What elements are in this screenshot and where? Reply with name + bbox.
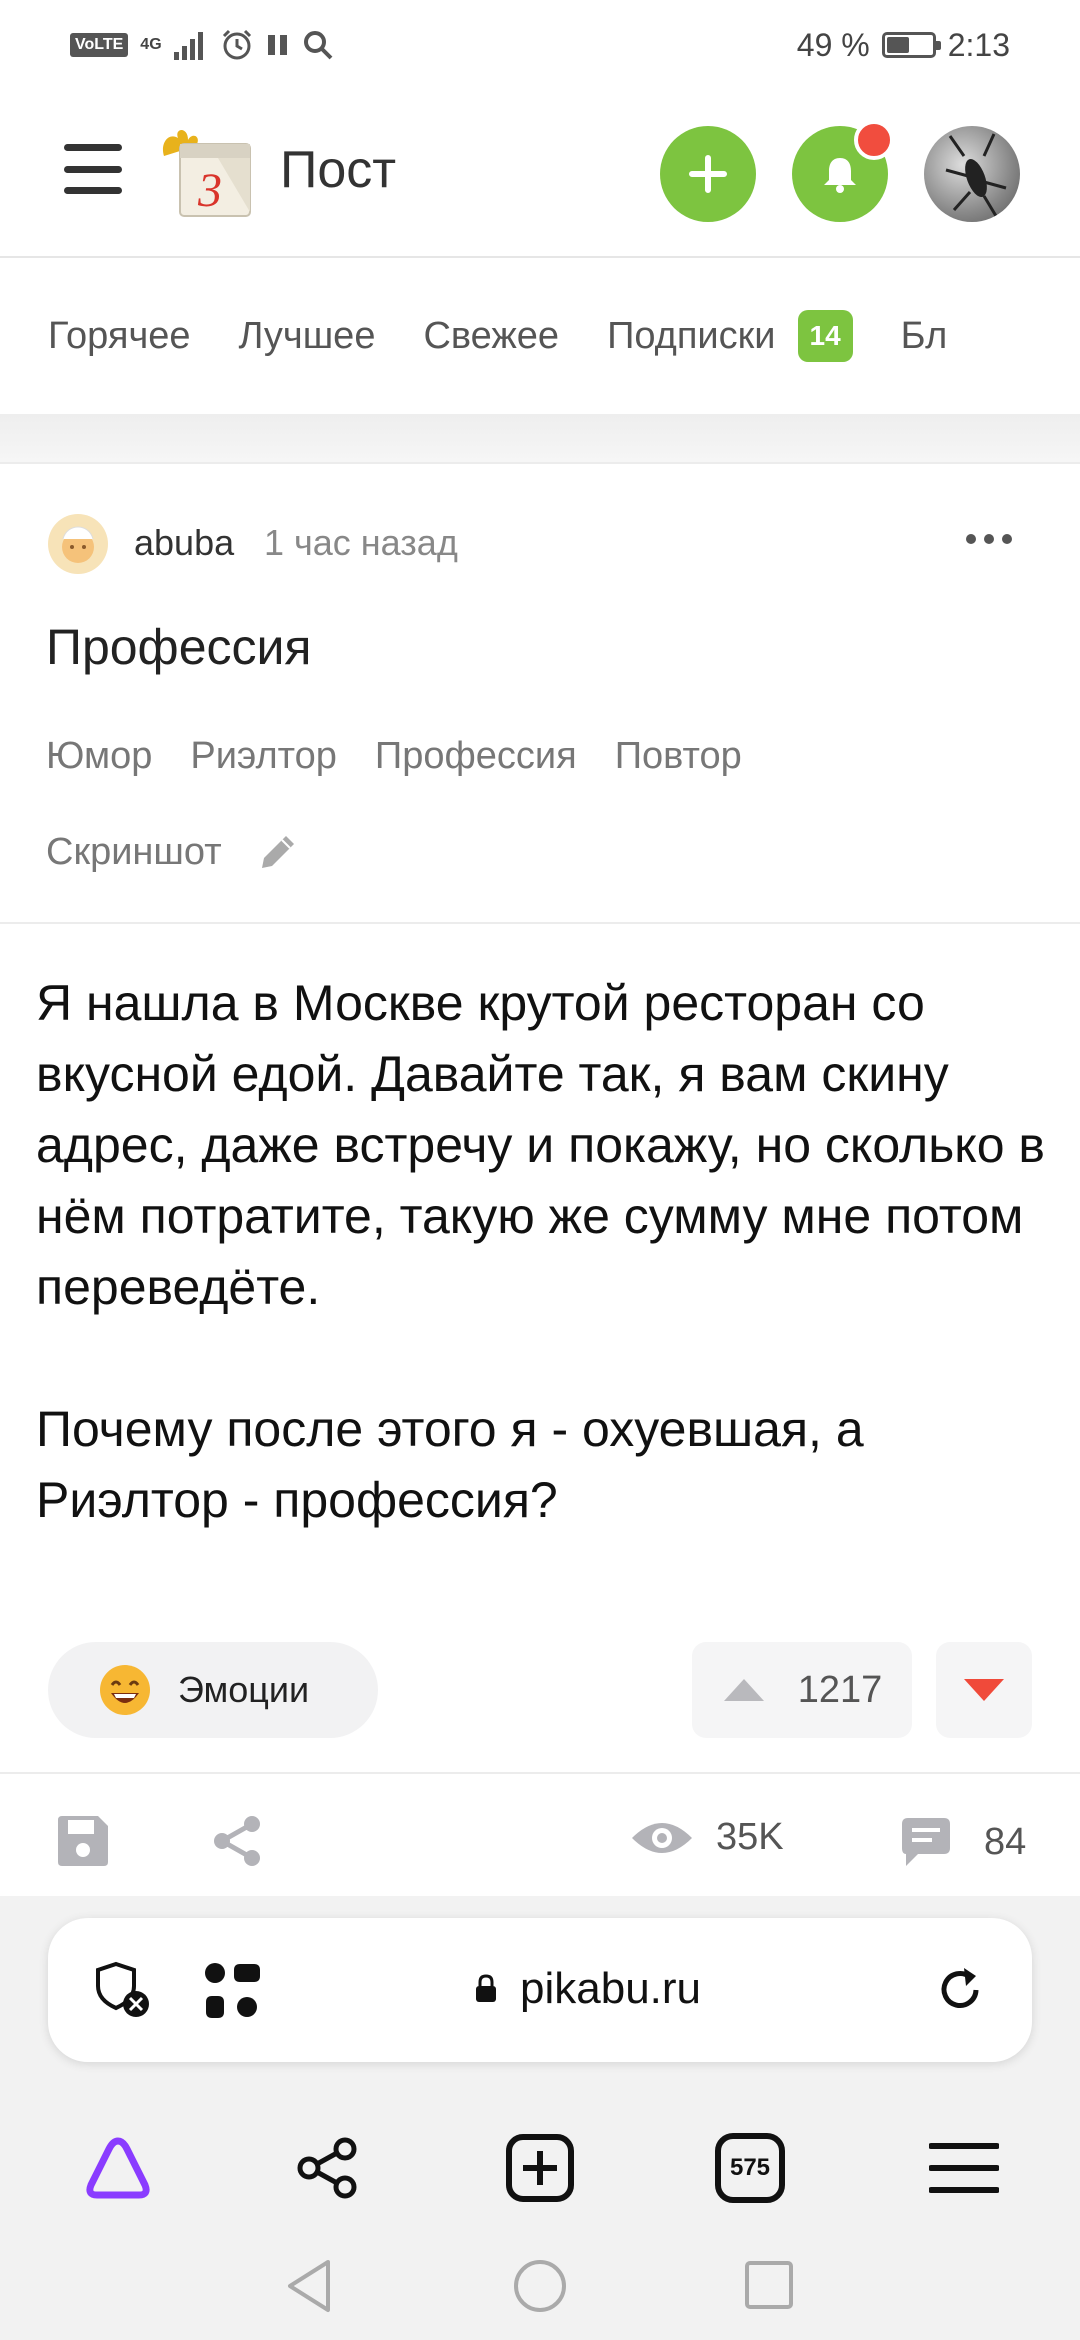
- services-grid-icon[interactable]: [202, 1960, 264, 2022]
- tab-label: Подписки: [607, 314, 776, 357]
- browser-bottom-bar: pikabu.ru 575: [0, 1896, 1080, 2340]
- status-bar: VoLTE 4G 49 % 2:13: [0, 0, 1080, 90]
- tab-label: Лучшее: [238, 314, 376, 357]
- share-icon[interactable]: [208, 1812, 266, 1870]
- battery-icon: [881, 32, 941, 58]
- post-paragraph: Почему после этого я - охуевшая, а Риэлт…: [36, 1401, 864, 1528]
- comments-button[interactable]: 84: [898, 1816, 1026, 1868]
- subscriptions-badge: 14: [797, 310, 853, 362]
- insect-avatar-icon: [945, 133, 1007, 217]
- alice-assistant-button[interactable]: [58, 2108, 178, 2228]
- emotions-button[interactable]: Эмоции: [48, 1642, 378, 1738]
- tab-label: Бл: [900, 314, 948, 357]
- new-tab-button[interactable]: [480, 2108, 600, 2228]
- back-triangle-icon[interactable]: [284, 2258, 334, 2314]
- author-avatar[interactable]: [48, 514, 108, 574]
- address-bar[interactable]: pikabu.ru: [48, 1918, 1032, 2062]
- recents-square-icon[interactable]: [744, 2260, 794, 2310]
- rating-value: 1217: [797, 1668, 883, 1711]
- edit-tags-pencil-icon[interactable]: [256, 830, 300, 874]
- system-navigation: [0, 2236, 1080, 2340]
- tag[interactable]: Повтор: [615, 735, 742, 778]
- tab-label: Горячее: [48, 314, 191, 357]
- post-tags-second-row: Скриншот: [46, 830, 300, 874]
- status-left: VoLTE 4G: [70, 28, 334, 62]
- post-tags: Юмор Риэлтор Профессия Повтор: [46, 735, 742, 778]
- logo-day: 3: [197, 164, 222, 217]
- alarm-icon: [222, 29, 251, 60]
- section-gap: [0, 414, 1080, 464]
- comments-count: 84: [984, 1820, 1027, 1863]
- pikabu-calendar-logo-icon[interactable]: 3: [158, 126, 258, 222]
- bell-icon: [824, 158, 856, 193]
- plus-icon: [689, 155, 727, 193]
- alice-icon: [86, 2137, 150, 2199]
- emotions-label: Эмоции: [178, 1669, 310, 1710]
- browser-menu-icon: [929, 2143, 999, 2193]
- tab-best[interactable]: Лучшее: [239, 315, 376, 358]
- reload-icon[interactable]: [932, 1962, 988, 2018]
- comment-icon: [902, 1818, 950, 1866]
- tab-fresh[interactable]: Свежее: [423, 315, 559, 358]
- browser-menu-button[interactable]: [904, 2108, 1024, 2228]
- tab-subscriptions[interactable]: Подписки 14: [607, 310, 853, 362]
- browser-share-icon: [297, 2137, 357, 2199]
- upvote-arrow-icon: [723, 1679, 764, 1701]
- feed-tabs: Горячее Лучшее Свежее Подписки 14 Бл: [0, 258, 1080, 414]
- signal-icon: [173, 32, 203, 60]
- tag[interactable]: Риэлтор: [190, 735, 337, 778]
- notification-dot: [854, 120, 894, 160]
- post-paragraph: Я нашла в Москве крутой ресторан со вкус…: [36, 975, 1045, 1315]
- new-tab-plus-icon: [506, 2134, 574, 2202]
- post-time: 1 час назад: [264, 522, 458, 563]
- tag[interactable]: Скриншот: [46, 831, 222, 874]
- smiling-face-icon: [100, 1665, 150, 1715]
- site-header: 3 Пост: [0, 90, 1080, 258]
- eye-icon: [632, 1822, 692, 1853]
- pause-icon: [267, 35, 287, 55]
- home-circle-icon[interactable]: [512, 2258, 568, 2314]
- tabs-count: 575: [729, 2154, 771, 2181]
- battery-percent: 49 %: [796, 26, 870, 63]
- browser-share-button[interactable]: [268, 2108, 388, 2228]
- tag[interactable]: Профессия: [375, 735, 577, 778]
- more-options-icon[interactable]: [966, 534, 1012, 544]
- post-footer: 35K 84: [0, 1790, 1080, 1896]
- notifications-button[interactable]: [792, 120, 894, 222]
- search-status-icon: [303, 31, 333, 60]
- author-avatar-icon: [62, 526, 94, 563]
- user-avatar[interactable]: [924, 126, 1020, 222]
- save-icon[interactable]: [54, 1812, 112, 1870]
- post-title[interactable]: Профессия: [46, 618, 312, 676]
- tabs-count-icon: 575: [715, 2133, 785, 2203]
- volte-indicator: VoLTE: [70, 33, 129, 57]
- views-count: 35K: [716, 1816, 784, 1858]
- url-text: pikabu.ru: [520, 1964, 702, 2013]
- browser-nav-row: 575: [0, 2108, 1080, 2228]
- tabs-switcher-button[interactable]: 575: [690, 2108, 810, 2228]
- battery-fill: [886, 37, 909, 53]
- post-header: abuba 1 час назад: [0, 464, 1080, 616]
- author-name[interactable]: abuba: [134, 522, 234, 564]
- tab-label: Свежее: [423, 314, 560, 357]
- network-type: 4G: [140, 36, 162, 53]
- status-right: 49 % 2:13: [797, 27, 1010, 64]
- tab-blogs[interactable]: Бл: [901, 315, 948, 358]
- page-title: Пост: [280, 141, 397, 199]
- menu-button[interactable]: [64, 144, 122, 194]
- url-display[interactable]: pikabu.ru: [474, 1964, 701, 2014]
- downvote-button[interactable]: [936, 1642, 1032, 1738]
- protection-shield-icon[interactable]: [92, 1960, 154, 2022]
- downvote-arrow-icon: [964, 1679, 1004, 1701]
- tag[interactable]: Юмор: [46, 735, 152, 778]
- lock-icon: [476, 1974, 496, 2002]
- views-counter: 35K: [630, 1816, 784, 1859]
- upvote-button[interactable]: 1217: [692, 1642, 912, 1738]
- actions-divider: [0, 1772, 1080, 1774]
- tab-hot[interactable]: Горячее: [48, 315, 191, 358]
- add-post-button[interactable]: [660, 126, 756, 222]
- clock: 2:13: [947, 26, 1010, 63]
- post-body: Я нашла в Москве крутой ресторан со вкус…: [36, 968, 1046, 1607]
- post-divider: [0, 922, 1080, 924]
